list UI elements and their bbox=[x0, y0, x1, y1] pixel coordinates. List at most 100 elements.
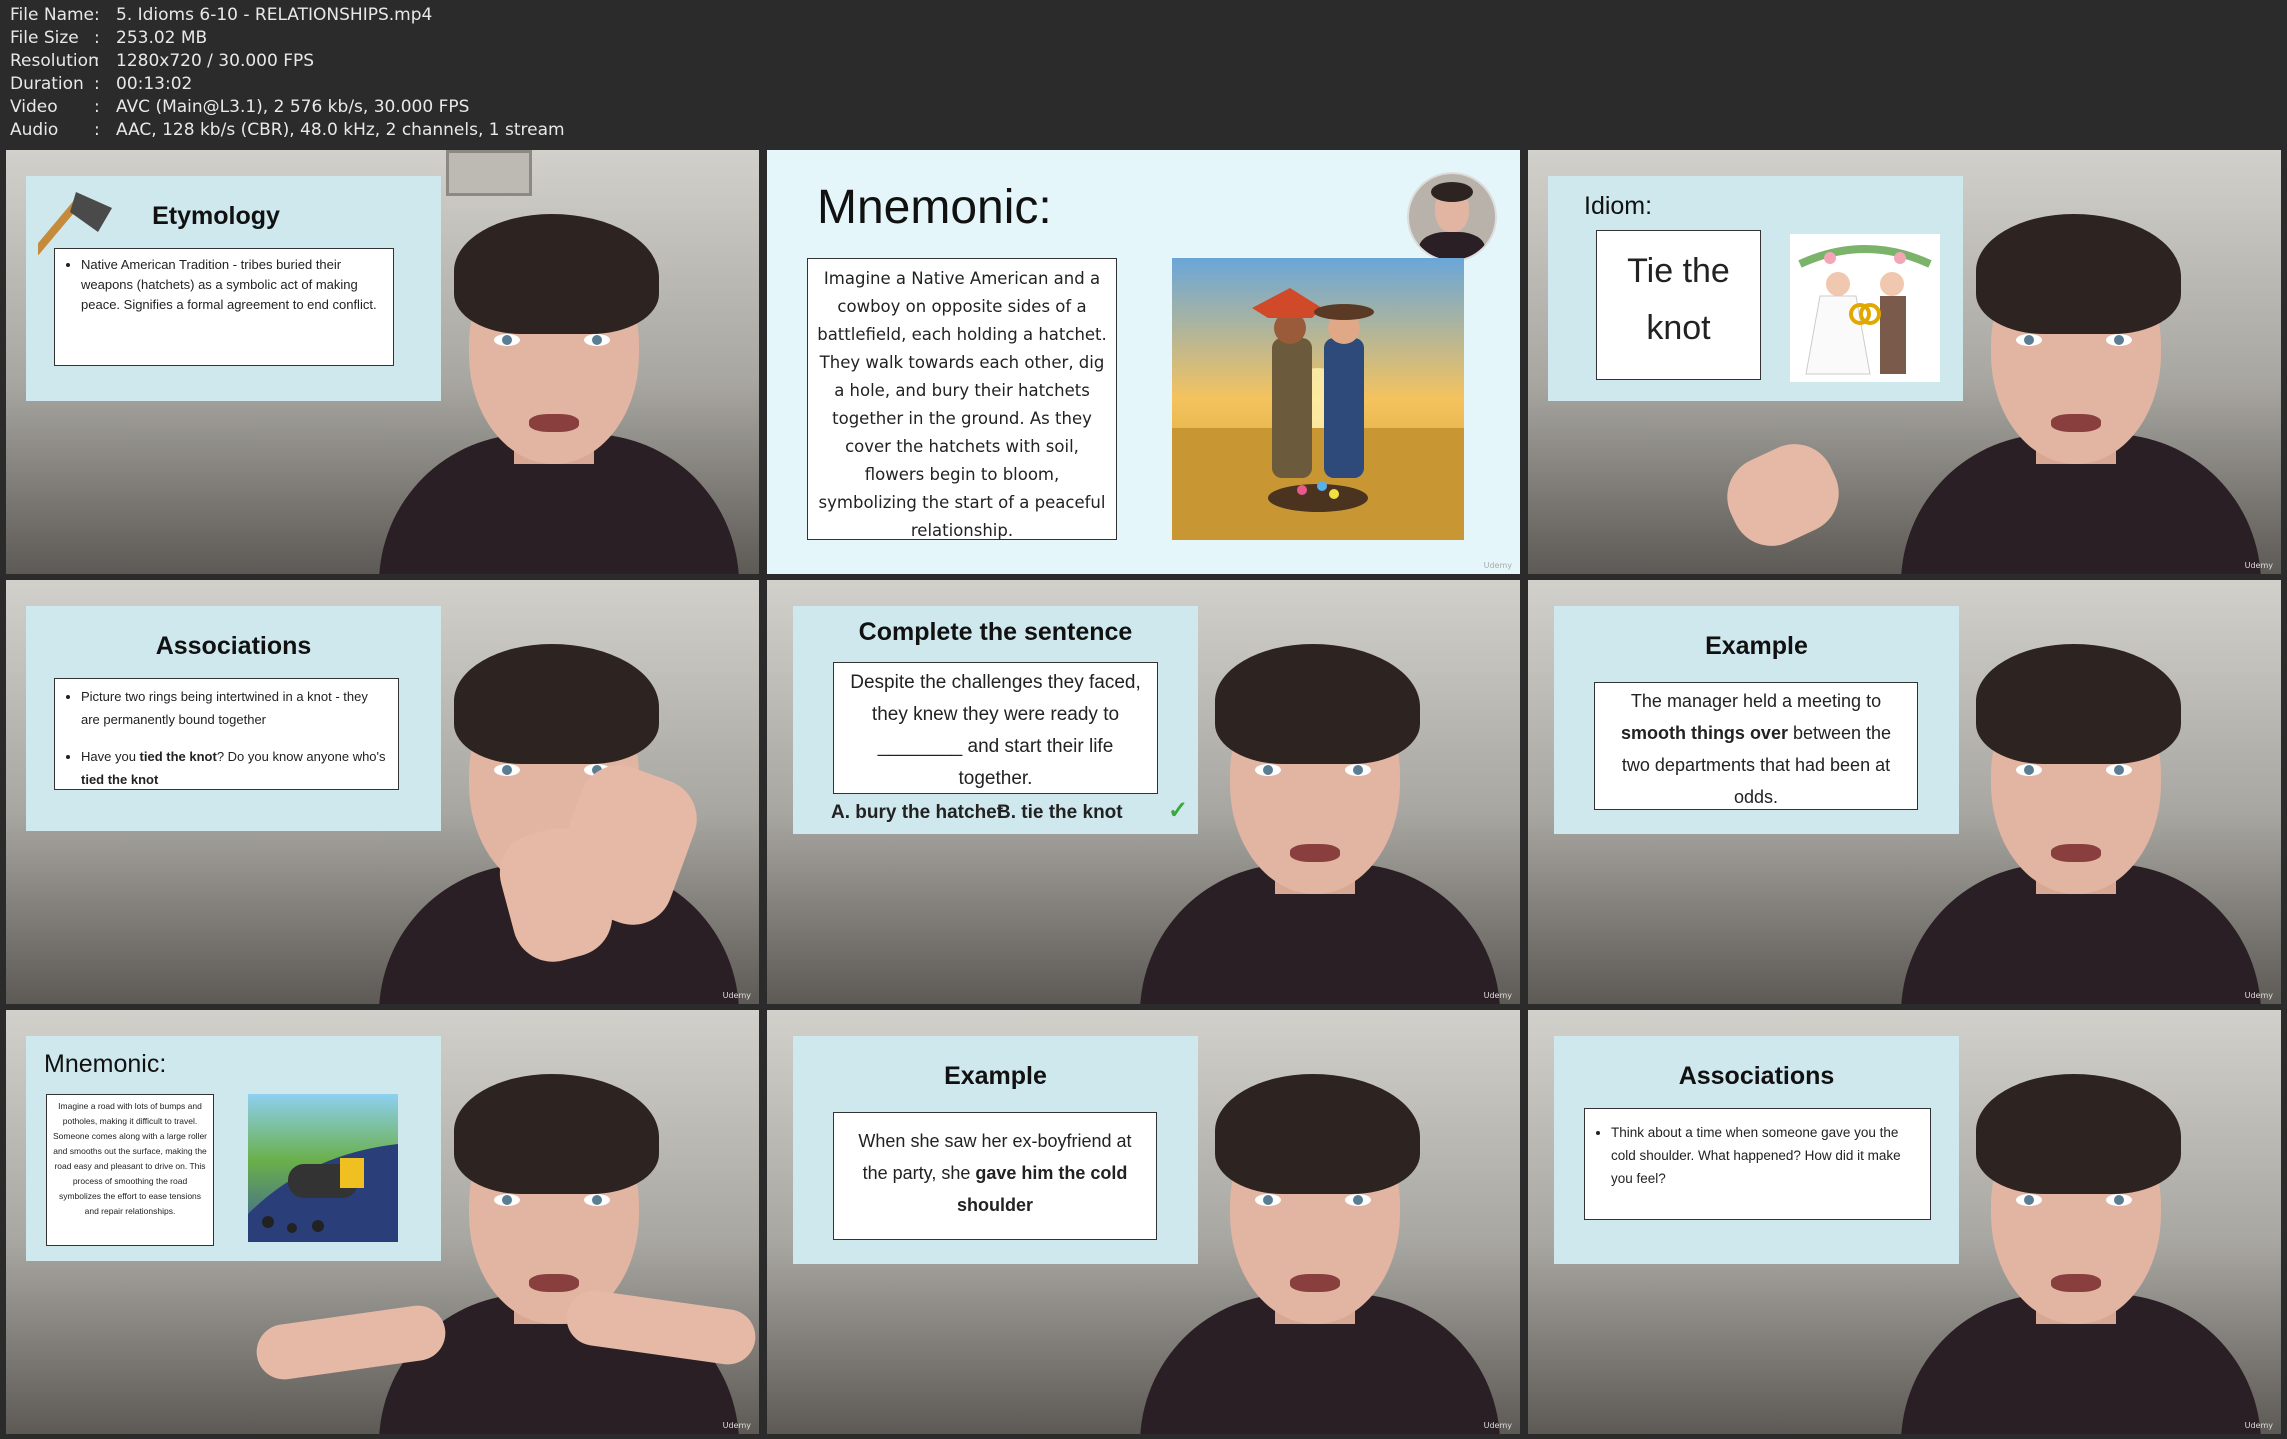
separator: : bbox=[94, 120, 100, 140]
audio-key: Audio bbox=[10, 120, 59, 140]
road-roller-illustration bbox=[248, 1094, 398, 1242]
presenter-eye bbox=[2016, 334, 2042, 346]
example-text: The manager held a meeting to bbox=[1630, 691, 1882, 711]
mnemonic-text-box: Imagine a Native American and a cowboy o… bbox=[807, 258, 1117, 540]
association-bullet: Think about a time when someone gave you… bbox=[1611, 1121, 1920, 1190]
presenter-eye bbox=[584, 334, 610, 346]
slide-title: Complete the sentence bbox=[858, 618, 1133, 646]
slide-title: Associations bbox=[1678, 1062, 1835, 1090]
presenter-eye bbox=[1255, 1194, 1281, 1206]
presenter-hair bbox=[1215, 644, 1420, 764]
option-a: A. bury the hatchet bbox=[831, 802, 1004, 823]
mnemonic-text-box: Imagine a road with lots of bumps and po… bbox=[46, 1094, 214, 1246]
presenter-eye bbox=[2106, 764, 2132, 776]
bullet-bold: tied the knot bbox=[139, 749, 217, 764]
slide-title: Idiom: bbox=[1584, 192, 1653, 220]
file-size-value: 253.02 MB bbox=[116, 28, 208, 48]
wedding-couple-icon bbox=[1798, 245, 1932, 375]
audio-row: Audio : AAC, 128 kb/s (CBR), 48.0 kHz, 2… bbox=[10, 119, 565, 142]
watermark: Udemy bbox=[2244, 561, 2273, 570]
association-bullet-2: Have you tied the knot? Do you know anyo… bbox=[81, 745, 388, 791]
slide: Example When she saw her ex-boyfriend at… bbox=[793, 1036, 1198, 1264]
thumbnail-1[interactable]: Etymology Native American Tradition - tr… bbox=[6, 150, 759, 574]
presenter-eye bbox=[584, 1194, 610, 1206]
video-row: Video : AVC (Main@L3.1), 2 576 kb/s, 30.… bbox=[10, 96, 565, 119]
duration-row: Duration : 00:13:02 bbox=[10, 73, 565, 96]
file-name-value: 5. Idioms 6-10 - RELATIONSHIPS.mp4 bbox=[116, 5, 433, 25]
watermark: Udemy bbox=[1483, 991, 1512, 1000]
presenter-hair bbox=[454, 214, 659, 334]
handshake-illustration bbox=[1172, 258, 1464, 540]
bullet-text: ? Do you know anyone who's bbox=[216, 749, 386, 764]
watermark: Udemy bbox=[1483, 561, 1512, 570]
slide-title: Associations bbox=[155, 632, 312, 660]
thumbnail-7[interactable]: Mnemonic: Imagine a road with lots of bu… bbox=[6, 1010, 759, 1434]
presenter-hand bbox=[1714, 430, 1852, 560]
presenter-mouth bbox=[1290, 844, 1340, 862]
presenter-hair bbox=[1215, 1074, 1420, 1194]
example-box: The manager held a meeting to smooth thi… bbox=[1594, 682, 1918, 810]
slide: Mnemonic: Imagine a road with lots of bu… bbox=[26, 1036, 441, 1261]
file-size-key: File Size bbox=[10, 28, 79, 48]
check-icon: ✓ bbox=[1168, 797, 1189, 824]
presenter-mouth bbox=[529, 1274, 579, 1292]
thumbnail-5[interactable]: Complete the sentence Despite the challe… bbox=[767, 580, 1520, 1004]
resolution-row: Resolution : 1280x720 / 30.000 FPS bbox=[10, 50, 565, 73]
slide-title: Example bbox=[1705, 632, 1808, 660]
presenter-hair bbox=[454, 1074, 659, 1194]
resolution-value: 1280x720 / 30.000 FPS bbox=[116, 51, 315, 71]
thumbnail-3[interactable]: Idiom: Tie the knot Udemy bbox=[1528, 150, 2281, 574]
slide-title: Etymology bbox=[152, 202, 280, 230]
slide: Associations Think about a time when som… bbox=[1554, 1036, 1959, 1264]
example-bold: gave him the cold shoulder bbox=[956, 1163, 1128, 1215]
presenter-eye bbox=[2016, 764, 2042, 776]
file-info-header: File Name : 5. Idioms 6-10 - RELATIONSHI… bbox=[10, 4, 565, 142]
duration-value: 00:13:02 bbox=[116, 74, 193, 94]
sentence-box: Despite the challenges they faced, they … bbox=[833, 662, 1158, 794]
presenter-eye bbox=[2106, 1194, 2132, 1206]
presenter-mouth bbox=[2051, 1274, 2101, 1292]
wedding-illustration bbox=[1790, 234, 1940, 382]
presenter-eye bbox=[1345, 1194, 1371, 1206]
watermark: Udemy bbox=[2244, 991, 2273, 1000]
bullet-text: Have you bbox=[81, 749, 140, 764]
separator: : bbox=[94, 28, 100, 48]
idiom-line-2: knot bbox=[1646, 309, 1711, 347]
thumbnail-2[interactable]: Mnemonic: Imagine a Native American and … bbox=[767, 150, 1520, 574]
separator: : bbox=[94, 97, 100, 117]
thumbnail-9[interactable]: Associations Think about a time when som… bbox=[1528, 1010, 2281, 1434]
thumbnail-8[interactable]: Example When she saw her ex-boyfriend at… bbox=[767, 1010, 1520, 1434]
idiom-line-1: Tie the bbox=[1627, 252, 1730, 290]
slide-title: Example bbox=[944, 1062, 1047, 1090]
presenter-eye bbox=[1345, 764, 1371, 776]
thumbnail-4[interactable]: Associations Picture two rings being int… bbox=[6, 580, 759, 1004]
presenter-hair bbox=[1976, 1074, 2181, 1194]
slide-title: Mnemonic: bbox=[817, 181, 1052, 234]
bullet-bold: tied the knot bbox=[81, 772, 159, 787]
separator: : bbox=[94, 51, 100, 71]
example-box: When she saw her ex-boyfriend at the par… bbox=[833, 1112, 1157, 1240]
presenter-mouth bbox=[1290, 1274, 1340, 1292]
video-key: Video bbox=[10, 97, 58, 117]
resolution-key: Resolution bbox=[10, 51, 99, 71]
option-b: B. tie the knot bbox=[997, 802, 1123, 823]
file-name-row: File Name : 5. Idioms 6-10 - RELATIONSHI… bbox=[10, 4, 565, 27]
association-bullet-1: Picture two rings being intertwined in a… bbox=[81, 685, 388, 731]
presenter-eye bbox=[494, 764, 520, 776]
presenter-hair bbox=[454, 644, 659, 764]
presenter-hair bbox=[1976, 644, 2181, 764]
watermark: Udemy bbox=[722, 1421, 751, 1430]
presenter-mouth bbox=[529, 414, 579, 432]
presenter-mouth bbox=[2051, 844, 2101, 862]
slide: Associations Picture two rings being int… bbox=[26, 606, 441, 831]
idiom-box: Tie the knot bbox=[1596, 230, 1761, 380]
presenter-eye bbox=[2106, 334, 2132, 346]
etymology-bullet: Native American Tradition - tribes burie… bbox=[81, 255, 383, 315]
thumbnail-6[interactable]: Example The manager held a meeting to sm… bbox=[1528, 580, 2281, 1004]
associations-box: Think about a time when someone gave you… bbox=[1584, 1108, 1931, 1220]
slide-title: Mnemonic: bbox=[44, 1050, 167, 1078]
separator: : bbox=[94, 5, 100, 25]
separator: : bbox=[94, 74, 100, 94]
example-bold: smooth things over bbox=[1620, 723, 1788, 743]
road-roller-icon bbox=[248, 1144, 398, 1242]
